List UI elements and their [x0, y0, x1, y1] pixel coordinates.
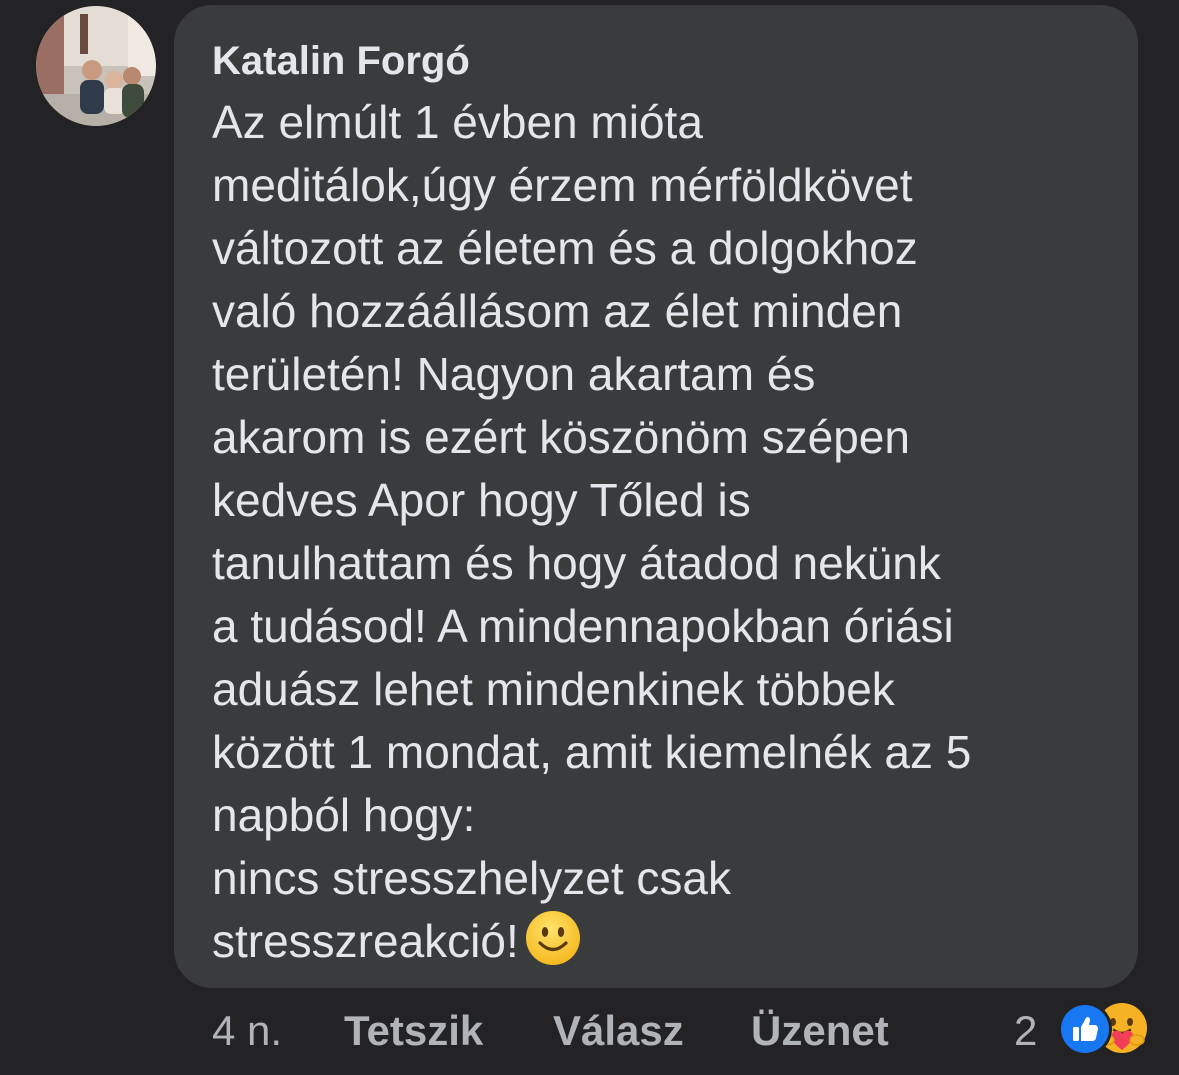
- slightly-smiling-face-emoji: [525, 910, 581, 982]
- comment-timestamp[interactable]: 4 n.: [212, 1003, 282, 1059]
- like-button[interactable]: Tetszik: [344, 1003, 483, 1059]
- like-reaction-icon: [1058, 1002, 1112, 1056]
- reply-button[interactable]: Válasz: [553, 1003, 684, 1059]
- message-button[interactable]: Üzenet: [751, 1003, 889, 1059]
- avatar[interactable]: [36, 6, 156, 126]
- avatar-photo: [36, 6, 156, 126]
- comment-text-block: Az elmúlt 1 évben mióta meditálok,úgy ér…: [212, 91, 1108, 982]
- reaction-count: 2: [1014, 1007, 1038, 1054]
- comment-text: Az elmúlt 1 évben mióta meditálok,úgy ér…: [212, 96, 972, 967]
- reaction-summary[interactable]: 2: [1014, 1000, 1164, 1060]
- comment-author-name[interactable]: Katalin Forgó: [212, 36, 1108, 86]
- comment-bubble: Katalin Forgó Az elmúlt 1 évben mióta me…: [174, 5, 1138, 988]
